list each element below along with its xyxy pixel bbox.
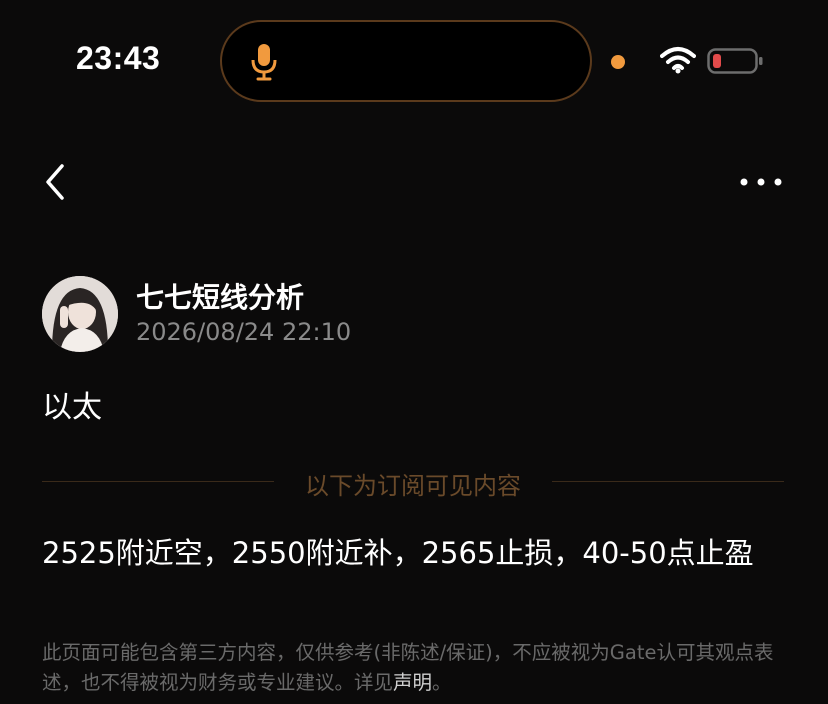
post-title: 以太 <box>42 390 102 425</box>
privacy-indicator-dot <box>611 55 625 69</box>
disclaimer: 此页面可能包含第三方内容，仅供参考(非陈述/保证)，不应被视为Gate认可其观点… <box>42 638 790 698</box>
subscription-divider-label: 以下为订阅可见内容 <box>305 472 521 500</box>
disclaimer-link[interactable]: 声明 <box>393 671 432 694</box>
divider-line-left <box>42 481 274 482</box>
post-timestamp: 2026/08/24 22:10 <box>136 318 352 346</box>
battery-icon <box>707 48 763 74</box>
microphone-icon <box>251 44 277 81</box>
more-horizontal-icon[interactable] <box>738 174 784 190</box>
status-time: 23:43 <box>76 40 161 76</box>
divider-line-right <box>552 481 784 482</box>
avatar-portrait-icon <box>42 276 118 352</box>
post-content: 2525附近空，2550附近补，2565止损，40-50点止盈 <box>42 536 754 570</box>
disclaimer-suffix: 。 <box>432 671 452 694</box>
status-bar: 23:43 <box>0 0 828 120</box>
author-name[interactable]: 七七短线分析 <box>136 276 304 316</box>
author-avatar[interactable] <box>42 276 118 352</box>
wifi-icon <box>660 47 696 74</box>
dynamic-island <box>220 20 592 102</box>
chevron-left-icon[interactable] <box>40 160 70 204</box>
